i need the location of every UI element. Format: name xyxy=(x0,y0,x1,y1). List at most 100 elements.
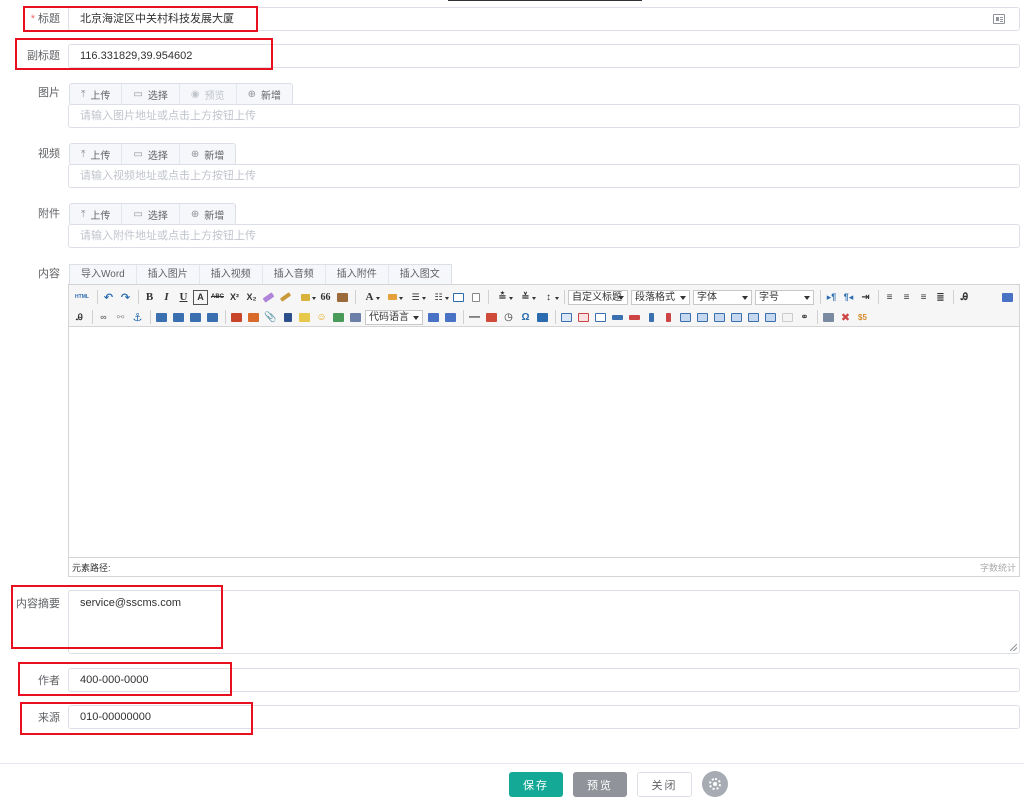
select-all-icon[interactable] xyxy=(451,290,466,305)
tab-import-word[interactable]: 导入Word xyxy=(70,265,137,284)
subscript-button[interactable]: X₂ xyxy=(244,290,259,305)
preview-button[interactable]: 预览 xyxy=(573,772,627,797)
time-icon[interactable]: ◷ xyxy=(501,310,516,325)
tab-insert-audio[interactable]: 插入音频 xyxy=(263,265,326,284)
video-add-button[interactable]: ⊕ 新增 xyxy=(180,144,235,164)
align-left-icon[interactable]: ≡ xyxy=(882,290,897,305)
special-chars-button[interactable]: Ω xyxy=(518,310,533,325)
superscript-button[interactable]: X² xyxy=(227,290,242,305)
background-icon[interactable] xyxy=(443,310,458,325)
search-replace-icon[interactable]: ⚭ xyxy=(797,310,812,325)
paste-text-icon[interactable] xyxy=(335,290,350,305)
case-convert-icon[interactable]: Ꭿ xyxy=(957,290,972,305)
unordered-list-icon[interactable]: ☷ xyxy=(428,290,449,305)
image-add-button[interactable]: ⊕ 新增 xyxy=(237,84,292,104)
align-justify-icon[interactable]: ≣ xyxy=(933,290,948,305)
insert-row-icon[interactable] xyxy=(610,310,625,325)
paragraph-format-select[interactable]: 段落格式 xyxy=(631,289,690,305)
html-source-button[interactable]: HTML xyxy=(72,290,92,305)
code-language-select[interactable]: 代码语言 xyxy=(365,309,423,325)
merge-cells-icon[interactable] xyxy=(678,310,693,325)
drafts-icon[interactable] xyxy=(821,310,836,325)
template-icon[interactable] xyxy=(426,310,441,325)
split-cells-icon[interactable] xyxy=(729,310,744,325)
link-icon[interactable]: ∞ xyxy=(96,310,111,325)
insert-col-icon[interactable] xyxy=(644,310,659,325)
print-icon[interactable] xyxy=(780,310,795,325)
attachment-clip-icon[interactable]: 📎 xyxy=(263,310,278,325)
underline-button[interactable]: U xyxy=(176,290,191,305)
eraser-icon[interactable] xyxy=(261,290,276,305)
insert-video-icon[interactable] xyxy=(280,310,295,325)
settings-button[interactable] xyxy=(702,771,728,797)
ordered-list-icon[interactable]: ☰ xyxy=(405,290,426,305)
resize-grip-icon[interactable] xyxy=(1010,644,1017,651)
video-url-input[interactable]: 请输入视频地址或点击上方按钮上传 xyxy=(68,164,1020,188)
blockquote-button[interactable]: 66 xyxy=(318,290,333,305)
wordimage-icon[interactable] xyxy=(535,310,550,325)
attachment-url-input[interactable]: 请输入附件地址或点击上方按钮上传 xyxy=(68,224,1020,248)
image-none-icon[interactable] xyxy=(154,310,169,325)
image-url-input[interactable]: 请输入图片地址或点击上方按钮上传 xyxy=(68,104,1020,128)
scrawl-icon[interactable] xyxy=(297,310,312,325)
close-x-icon[interactable]: ✖ xyxy=(838,310,853,325)
clear-doc-icon[interactable] xyxy=(468,290,483,305)
spell-check-icon[interactable]: $5 xyxy=(855,310,870,325)
image-center-icon[interactable] xyxy=(205,310,220,325)
ltr-icon[interactable]: ▸¶ xyxy=(824,290,839,305)
insert-image-icon[interactable] xyxy=(246,310,261,325)
map-icon[interactable] xyxy=(331,310,346,325)
editor-content-area[interactable] xyxy=(69,327,1019,557)
video-select-button[interactable]: ▭ 选择 xyxy=(122,144,180,164)
unlink-icon[interactable]: ⚯ xyxy=(113,310,128,325)
tab-insert-video[interactable]: 插入视频 xyxy=(200,265,263,284)
italic-button[interactable]: I xyxy=(159,290,174,305)
attachment-add-button[interactable]: ⊕ 新增 xyxy=(180,204,235,224)
image-right-icon[interactable] xyxy=(188,310,203,325)
indent-icon[interactable]: ⇥ xyxy=(858,290,873,305)
attachment-select-button[interactable]: ▭ 选择 xyxy=(122,204,180,224)
redo-icon[interactable]: ↷ xyxy=(118,290,133,305)
rtl-icon[interactable]: ¶◂ xyxy=(841,290,856,305)
insert-table-icon[interactable] xyxy=(559,310,574,325)
split-cols-icon[interactable] xyxy=(763,310,778,325)
tab-insert-image[interactable]: 插入图片 xyxy=(137,265,200,284)
paragraph-spacing-bottom-icon[interactable]: ≚ xyxy=(515,290,536,305)
font-size-select[interactable]: 字号 xyxy=(755,289,814,305)
insert-paragraph-before-table-icon[interactable] xyxy=(593,310,608,325)
align-right-icon[interactable]: ≡ xyxy=(916,290,931,305)
font-border-icon[interactable]: A xyxy=(193,289,208,305)
simple-upload-icon[interactable] xyxy=(229,310,244,325)
split-rows-icon[interactable] xyxy=(746,310,761,325)
delete-table-icon[interactable] xyxy=(576,310,591,325)
insert-code-icon[interactable] xyxy=(348,310,363,325)
line-height-icon[interactable]: ↕ xyxy=(538,290,559,305)
emotion-icon[interactable]: ☺ xyxy=(314,310,329,325)
delete-row-icon[interactable] xyxy=(627,310,642,325)
date-icon[interactable] xyxy=(484,310,499,325)
fullscreen-icon[interactable] xyxy=(1000,290,1015,305)
align-center-icon[interactable]: ≡ xyxy=(899,290,914,305)
merge-right-icon[interactable] xyxy=(695,310,710,325)
format-brush-icon[interactable] xyxy=(278,290,293,305)
image-preview-button[interactable]: ◉ 预览 xyxy=(180,84,237,104)
font-color-button[interactable]: A xyxy=(359,290,380,305)
paragraph-spacing-top-icon[interactable]: ≛ xyxy=(492,290,513,305)
image-select-button[interactable]: ▭ 选择 xyxy=(122,84,180,104)
save-button[interactable]: 保存 xyxy=(509,772,563,797)
image-upload-button[interactable]: ⤒ 上传 xyxy=(70,84,123,104)
close-button[interactable]: 关闭 xyxy=(637,772,692,797)
video-upload-button[interactable]: ⤒ 上传 xyxy=(70,144,123,164)
format-match-icon[interactable]: Ꭿ xyxy=(72,310,87,325)
attachment-upload-button[interactable]: ⤒ 上传 xyxy=(70,204,123,224)
tab-insert-attachment[interactable]: 插入附件 xyxy=(326,265,389,284)
anchor-icon[interactable]: ⚓ xyxy=(130,310,145,325)
image-left-icon[interactable] xyxy=(171,310,186,325)
custom-title-select[interactable]: 自定义标题 xyxy=(568,289,628,305)
tab-insert-article[interactable]: 插入图文 xyxy=(389,265,451,284)
bold-button[interactable]: B xyxy=(142,290,157,305)
background-color-icon[interactable] xyxy=(382,290,403,305)
horizontal-rule-icon[interactable]: — xyxy=(467,310,482,325)
font-family-select[interactable]: 字体 xyxy=(693,289,752,305)
card-icon[interactable] xyxy=(993,14,1005,24)
